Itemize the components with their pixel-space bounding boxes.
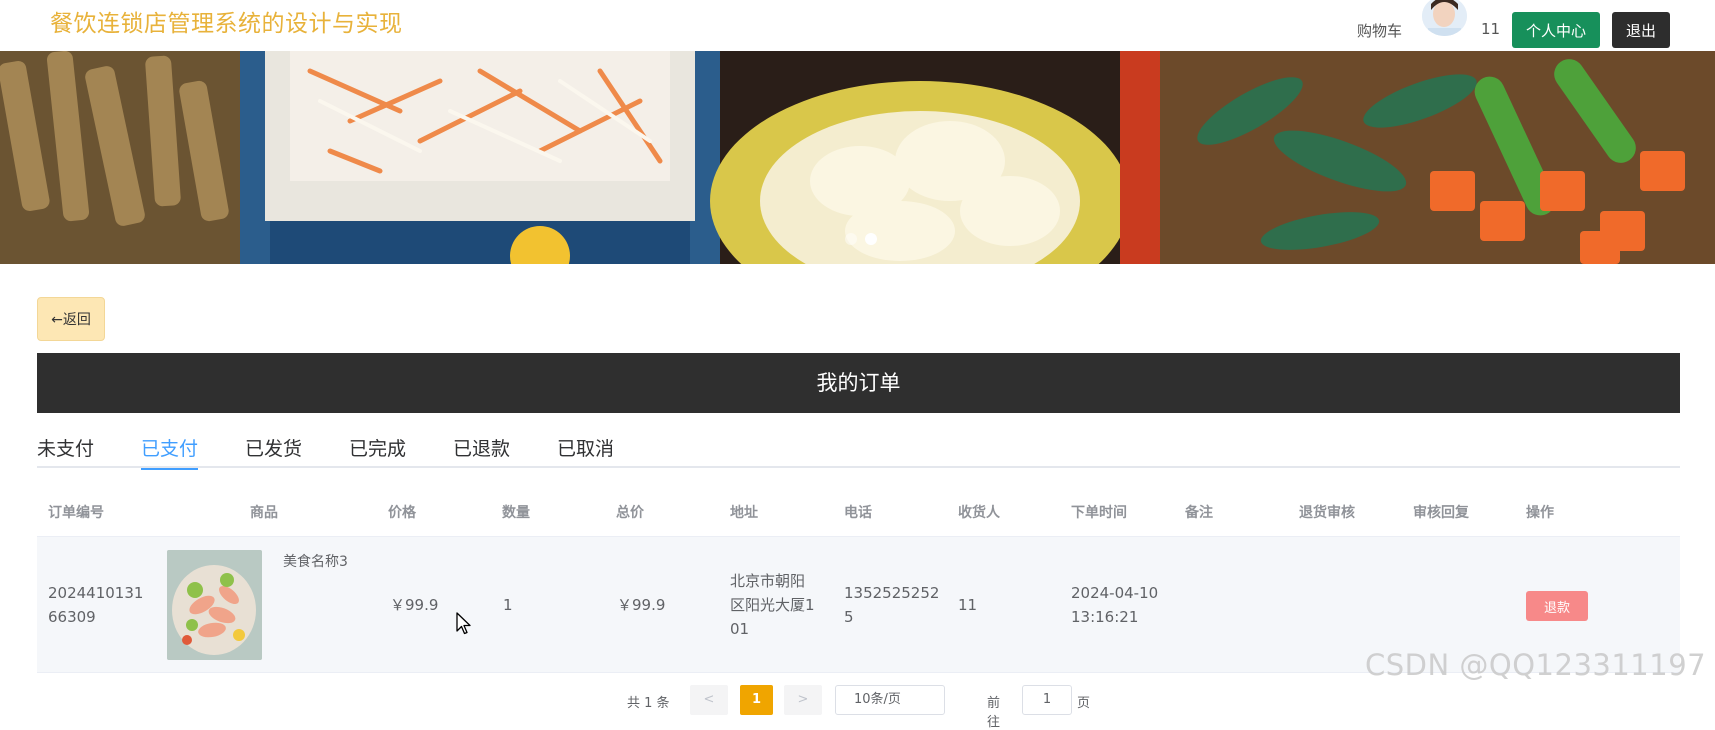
product-name: 美食名称3 — [283, 554, 348, 570]
column-header: 地址 — [730, 505, 758, 521]
column-header: 总价 — [616, 505, 644, 521]
phone-line-2: 5 — [844, 608, 854, 626]
price: ￥99.9 — [390, 596, 439, 614]
logout-button[interactable]: 退出 — [1612, 12, 1670, 48]
address: 北京市朝阳 区阳光大厦1 01 — [730, 569, 815, 641]
site-title: 餐饮连锁店管理系统的设计与实现 — [50, 11, 403, 37]
product-thumbnail[interactable] — [167, 550, 262, 660]
goto-label: 前往 — [987, 696, 1001, 730]
current-page[interactable]: 1 — [740, 685, 773, 715]
column-header: 订单编号 — [48, 505, 104, 521]
column-header: 审核回复 — [1413, 505, 1469, 521]
column-header: 电话 — [844, 505, 872, 521]
watermark: CSDN @QQ123311197 — [1365, 648, 1707, 682]
column-header: 下单时间 — [1071, 505, 1127, 521]
product-thumbnail-image — [167, 550, 262, 660]
column-header: 备注 — [1185, 505, 1213, 521]
column-header: 价格 — [388, 505, 416, 521]
total-price: ￥99.9 — [617, 596, 666, 614]
pagination-total: 共 1 条 — [627, 696, 670, 711]
cart-link[interactable]: 购物车 — [1357, 20, 1402, 41]
page-title: 我的订单 — [37, 353, 1680, 413]
mouse-pointer-icon — [456, 612, 472, 640]
phone: 1352525252 5 — [844, 581, 939, 629]
order-number: 2024410131 66309 — [48, 581, 143, 629]
order-time: 2024-04-10 13:16:21 — [1071, 581, 1158, 629]
tab-unpaid[interactable]: 未支付 — [37, 434, 94, 468]
order-status-tabs: 未支付 已支付 已发货 已完成 已退款 已取消 — [37, 430, 1680, 470]
order-number-line-2: 66309 — [48, 608, 96, 626]
order-date: 2024-04-10 — [1071, 584, 1159, 602]
back-button[interactable]: ←返回 — [37, 297, 105, 341]
carousel-dots — [845, 233, 877, 245]
page-size-select[interactable]: 10条/页 — [835, 685, 945, 715]
avatar-image — [1422, 0, 1467, 36]
user-name: 11 — [1481, 20, 1501, 38]
goto-page-input[interactable]: 1 — [1022, 685, 1072, 715]
quantity: 1 — [503, 596, 513, 614]
address-line-1: 北京市朝阳 — [730, 572, 806, 590]
receiver: 11 — [958, 596, 978, 614]
order-clock: 13:16:21 — [1071, 608, 1139, 626]
top-navbar: 餐饮连锁店管理系统的设计与实现 购物车 11 个人中心 退出 — [0, 0, 1715, 51]
tab-paid[interactable]: 已支付 — [141, 434, 199, 470]
tab-cancelled[interactable]: 已取消 — [557, 434, 614, 468]
refund-button[interactable]: 退款 — [1526, 591, 1588, 621]
next-page-button[interactable]: > — [784, 685, 822, 715]
avatar[interactable] — [1422, 0, 1467, 36]
table-header: 订单编号 商品 价格 数量 总价 地址 电话 收货人 下单时间 备注 退货审核 … — [37, 492, 1680, 536]
column-header: 数量 — [502, 505, 530, 521]
personal-center-button[interactable]: 个人中心 — [1512, 12, 1600, 48]
carousel-dot-2[interactable] — [865, 233, 877, 245]
address-line-2: 区阳光大厦1 — [730, 596, 815, 614]
address-line-3: 01 — [730, 620, 750, 638]
carousel-dot-1[interactable] — [845, 233, 857, 245]
tab-refunded[interactable]: 已退款 — [453, 434, 510, 468]
column-header: 退货审核 — [1299, 505, 1355, 521]
column-header: 操作 — [1526, 505, 1554, 521]
column-header: 收货人 — [958, 505, 1000, 521]
page-suffix: 页 — [1077, 696, 1091, 711]
tab-completed[interactable]: 已完成 — [349, 434, 406, 468]
column-header: 商品 — [250, 505, 278, 521]
order-number-line-1: 2024410131 — [48, 584, 144, 602]
phone-line-1: 1352525252 — [844, 584, 940, 602]
tab-shipped[interactable]: 已发货 — [245, 434, 302, 468]
prev-page-button[interactable]: < — [690, 685, 728, 715]
